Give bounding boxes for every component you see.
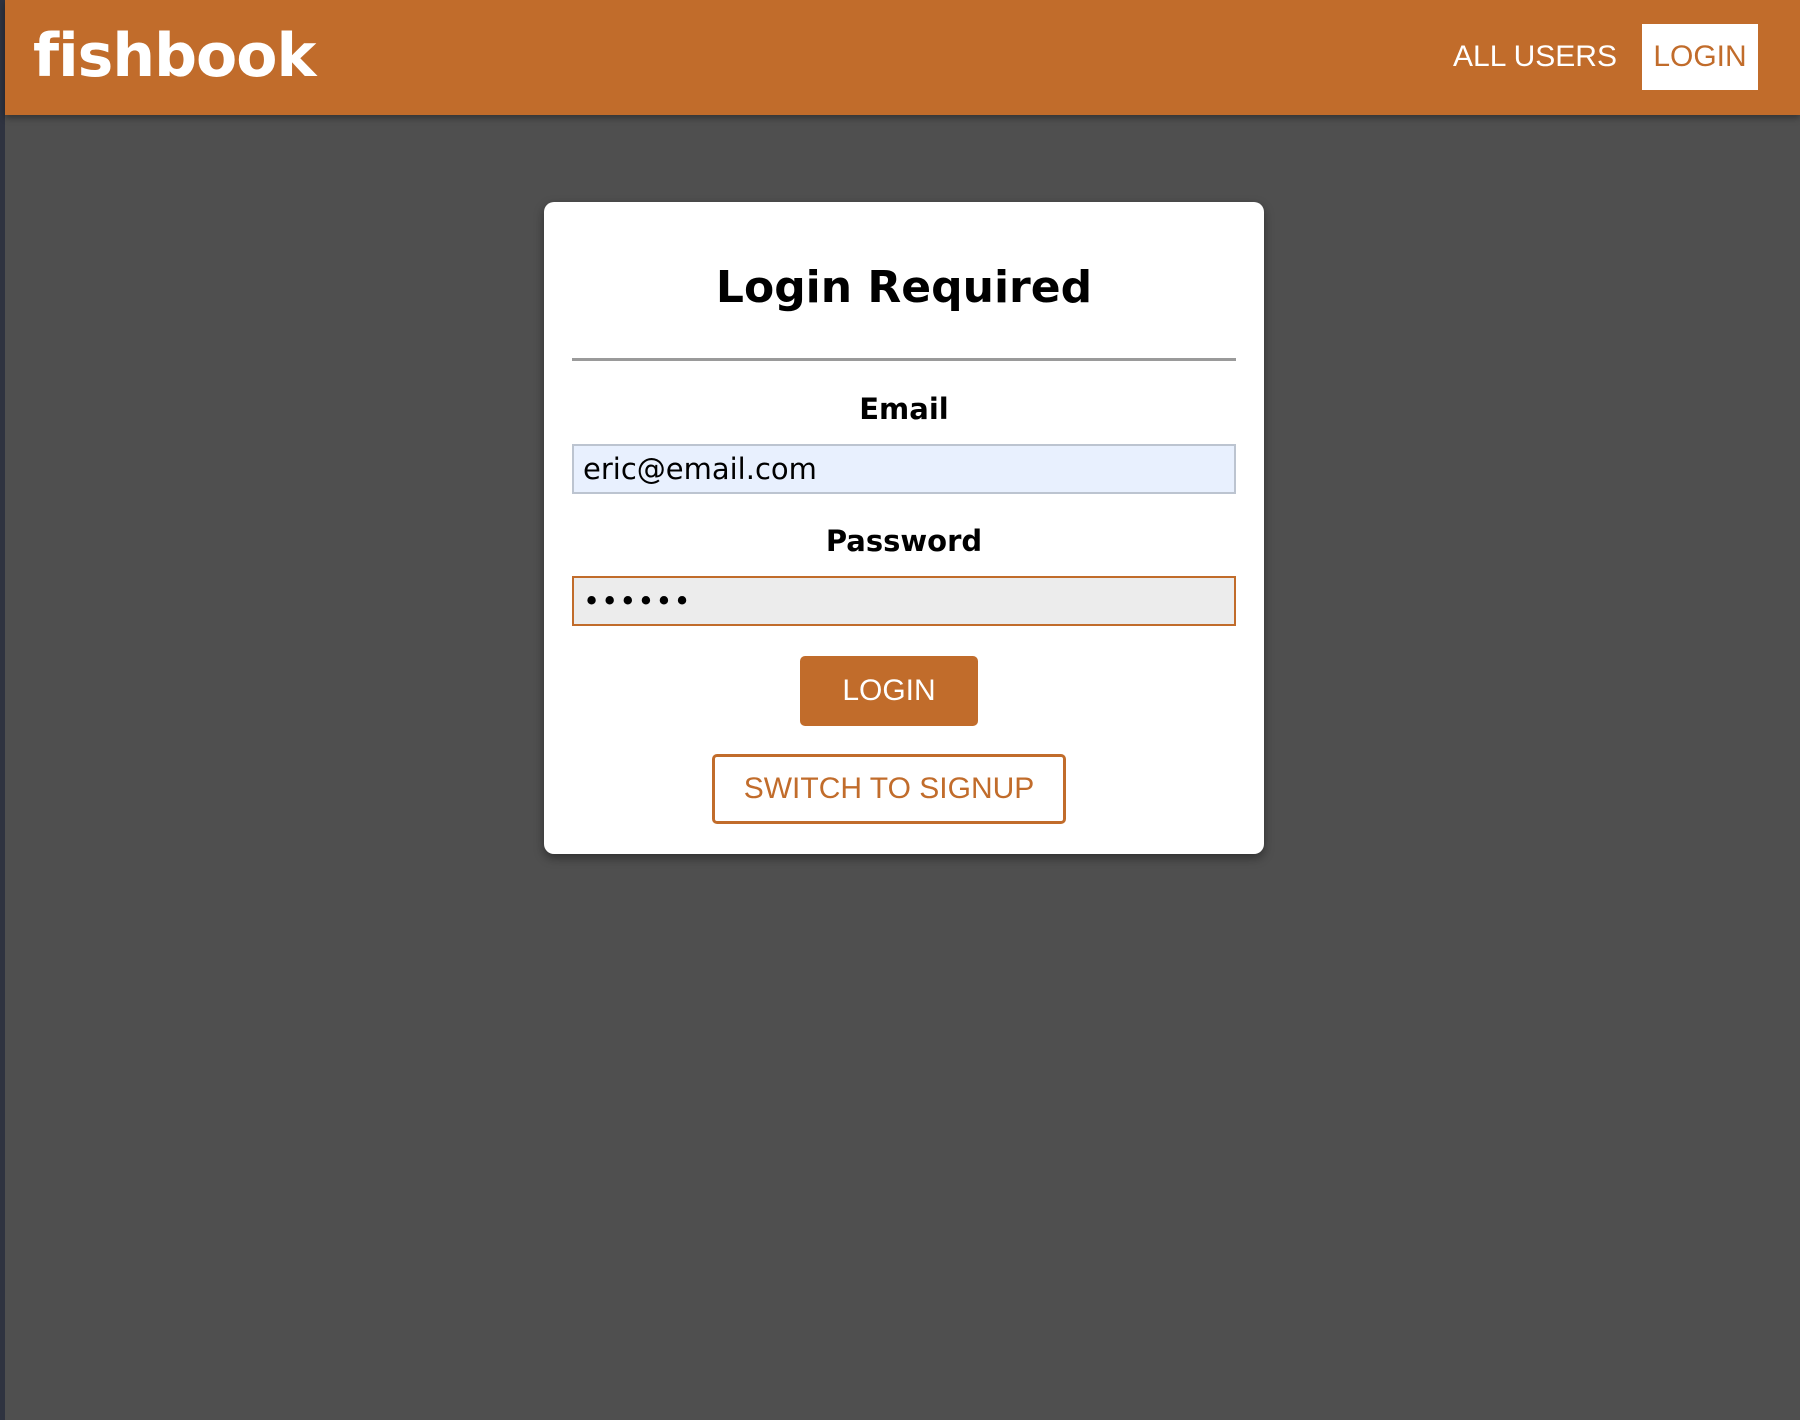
login-button[interactable]: LOGIN <box>800 656 978 726</box>
nav-login-link[interactable]: LOGIN <box>1642 24 1758 90</box>
login-card-title: Login Required <box>715 262 1093 313</box>
window-edge <box>0 0 5 1420</box>
switch-to-signup-button[interactable]: SWITCH TO SIGNUP <box>712 754 1066 824</box>
title-divider <box>572 358 1236 361</box>
top-navbar: fishbook ALL USERS LOGIN <box>5 0 1800 115</box>
password-field[interactable] <box>572 576 1236 626</box>
password-label: Password <box>825 524 983 558</box>
email-label: Email <box>859 392 949 426</box>
app-logo[interactable]: fishbook <box>33 20 316 92</box>
email-field[interactable] <box>572 444 1236 494</box>
nav-all-users-link[interactable]: ALL USERS <box>1453 24 1617 90</box>
